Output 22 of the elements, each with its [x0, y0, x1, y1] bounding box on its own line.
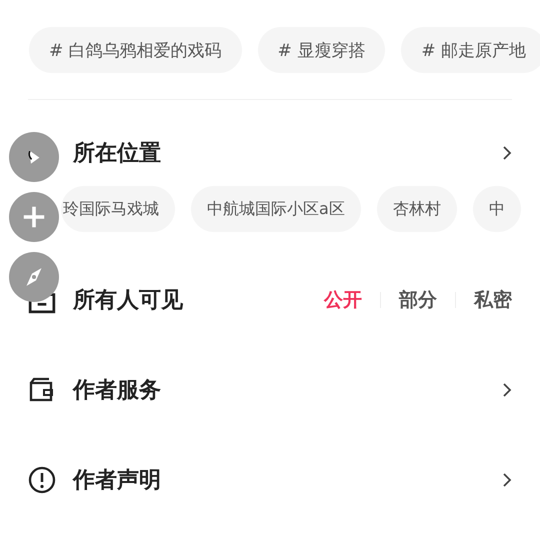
topic-chip[interactable]: # 显瘦穿搭	[258, 27, 386, 73]
chevron-icon	[502, 472, 512, 488]
row-title: 作者声明	[73, 467, 162, 495]
visibility-option[interactable]: 公开	[324, 287, 362, 313]
chevron-icon	[502, 382, 512, 398]
location-chip[interactable]: 杏林村	[376, 186, 457, 232]
visibility-option[interactable]: 部分	[399, 287, 437, 313]
floating-button[interactable]	[9, 192, 59, 242]
topic-chip[interactable]: # 白鸽乌鸦相爱的戏码	[29, 27, 242, 73]
row-title: 作者服务	[73, 377, 162, 405]
location-chip[interactable]: 玲国际马戏城	[61, 186, 175, 232]
location-chip[interactable]: 中航城国际小区a区	[191, 186, 361, 232]
visibility-option[interactable]: 私密	[474, 287, 512, 313]
topic-chip[interactable]: # 邮走原产地	[401, 27, 540, 73]
wallet-icon	[28, 376, 56, 404]
floating-button[interactable]	[9, 132, 59, 182]
row-title: 所有人可见	[73, 287, 184, 315]
chevron-icon	[502, 145, 512, 161]
location-chip[interactable]: 中	[472, 186, 521, 232]
exclamation-icon	[28, 466, 56, 494]
row-title: 所在位置	[73, 140, 162, 168]
floating-button[interactable]	[9, 252, 59, 302]
